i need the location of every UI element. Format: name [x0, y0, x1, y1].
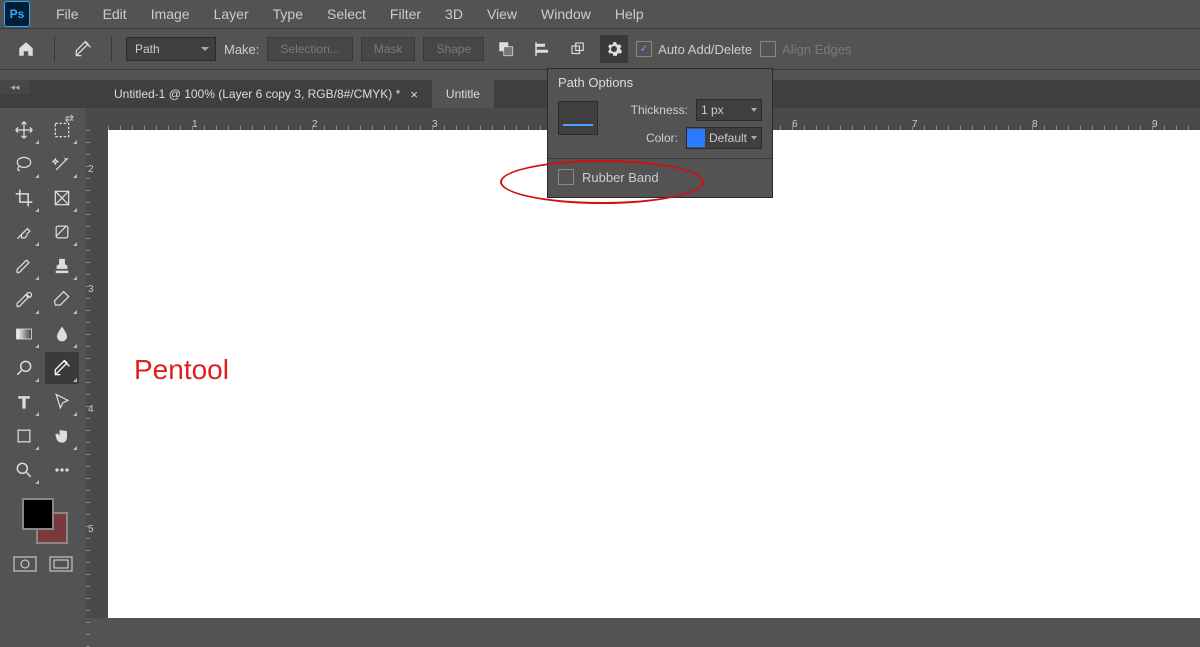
- menu-window[interactable]: Window: [529, 0, 603, 28]
- auto-add-delete-label: Auto Add/Delete: [658, 42, 752, 57]
- menu-filter[interactable]: Filter: [378, 0, 433, 28]
- thickness-label: Thickness:: [631, 103, 688, 117]
- more-tools[interactable]: [45, 454, 79, 486]
- thickness-field[interactable]: 1 px: [696, 99, 762, 121]
- checkbox-icon: [636, 41, 652, 57]
- zoom-tool[interactable]: [7, 454, 41, 486]
- home-button[interactable]: [12, 35, 40, 63]
- tab-label: Untitled-1 @ 100% (Layer 6 copy 3, RGB/8…: [114, 87, 400, 101]
- rubber-band-label: Rubber Band: [582, 170, 659, 185]
- patch-tool[interactable]: [45, 216, 79, 248]
- tab-label: Untitle: [446, 87, 480, 101]
- vertical-ruler[interactable]: 2 3 4 5: [86, 130, 109, 618]
- crop-tool[interactable]: [7, 182, 41, 214]
- shape-tool[interactable]: [7, 420, 41, 452]
- color-swatch-icon: [687, 129, 705, 147]
- menu-file[interactable]: File: [44, 0, 91, 28]
- magic-wand-tool[interactable]: [45, 148, 79, 180]
- menu-image[interactable]: Image: [139, 0, 202, 28]
- tool-mode-dropdown[interactable]: Path: [126, 37, 216, 61]
- color-label: Color:: [646, 131, 678, 145]
- make-label: Make:: [224, 42, 259, 57]
- path-options-popover: Path Options Thickness: 1 px Color: Defa…: [547, 68, 773, 198]
- eraser-tool[interactable]: [45, 284, 79, 316]
- divider: [111, 36, 112, 62]
- type-tool[interactable]: [7, 386, 41, 418]
- make-shape-button[interactable]: Shape: [423, 37, 484, 61]
- path-alignment-icon[interactable]: [528, 35, 556, 63]
- divider: [54, 36, 55, 62]
- swap-reset-icons[interactable]: ⇄: [65, 112, 74, 125]
- make-selection-button[interactable]: Selection...: [267, 37, 352, 61]
- path-preview-swatch: [558, 101, 598, 135]
- brush-tool[interactable]: [7, 250, 41, 282]
- document-tab[interactable]: Untitle: [432, 80, 494, 108]
- options-bar: Path Make: Selection... Mask Shape Auto …: [0, 28, 1200, 70]
- menu-3d[interactable]: 3D: [433, 0, 475, 28]
- menu-bar: Ps File Edit Image Layer Type Select Fil…: [0, 0, 1200, 28]
- blur-tool[interactable]: [45, 318, 79, 350]
- align-edges-checkbox[interactable]: Align Edges: [760, 41, 851, 57]
- move-tool[interactable]: [7, 114, 41, 146]
- menu-layer[interactable]: Layer: [202, 0, 261, 28]
- app-logo: Ps: [4, 1, 30, 27]
- canvas[interactable]: Pentool: [108, 130, 1200, 618]
- color-field[interactable]: Default: [686, 127, 762, 149]
- hand-tool[interactable]: [45, 420, 79, 452]
- checkbox-icon: [558, 169, 574, 185]
- pen-tool[interactable]: [45, 352, 79, 384]
- eyedropper-tool[interactable]: [7, 216, 41, 248]
- foreground-color-swatch[interactable]: [22, 498, 54, 530]
- auto-add-delete-checkbox[interactable]: Auto Add/Delete: [636, 41, 752, 57]
- separator: [548, 158, 772, 159]
- frame-tool[interactable]: [45, 182, 79, 214]
- canvas-annotation-text: Pentool: [134, 354, 229, 386]
- rubber-band-checkbox[interactable]: Rubber Band: [548, 165, 772, 189]
- menu-edit[interactable]: Edit: [91, 0, 139, 28]
- close-icon[interactable]: ×: [410, 87, 418, 102]
- stamp-tool[interactable]: [45, 250, 79, 282]
- popover-title: Path Options: [548, 69, 772, 96]
- path-arrangement-icon[interactable]: [564, 35, 592, 63]
- quick-mask-icon[interactable]: [12, 554, 38, 574]
- gradient-tool[interactable]: [7, 318, 41, 350]
- thickness-value: 1 px: [701, 103, 724, 117]
- menu-type[interactable]: Type: [261, 0, 315, 28]
- path-selection-tool[interactable]: [45, 386, 79, 418]
- current-tool-indicator[interactable]: [69, 35, 97, 63]
- menu-select[interactable]: Select: [315, 0, 378, 28]
- align-edges-label: Align Edges: [782, 42, 851, 57]
- color-swatches[interactable]: [18, 494, 68, 544]
- document-tab[interactable]: Untitled-1 @ 100% (Layer 6 copy 3, RGB/8…: [100, 80, 432, 108]
- menu-help[interactable]: Help: [603, 0, 656, 28]
- dodge-tool[interactable]: [7, 352, 41, 384]
- make-mask-button[interactable]: Mask: [361, 37, 416, 61]
- toolbox: ⇄: [0, 108, 87, 618]
- menu-view[interactable]: View: [475, 0, 529, 28]
- lasso-tool[interactable]: [7, 148, 41, 180]
- screen-mode-icon[interactable]: [48, 554, 74, 574]
- settings-gear-icon[interactable]: [600, 35, 628, 63]
- checkbox-icon: [760, 41, 776, 57]
- path-operations-icon[interactable]: [492, 35, 520, 63]
- history-brush-tool[interactable]: [7, 284, 41, 316]
- panel-collapse-icon[interactable]: ◂◂: [0, 80, 30, 94]
